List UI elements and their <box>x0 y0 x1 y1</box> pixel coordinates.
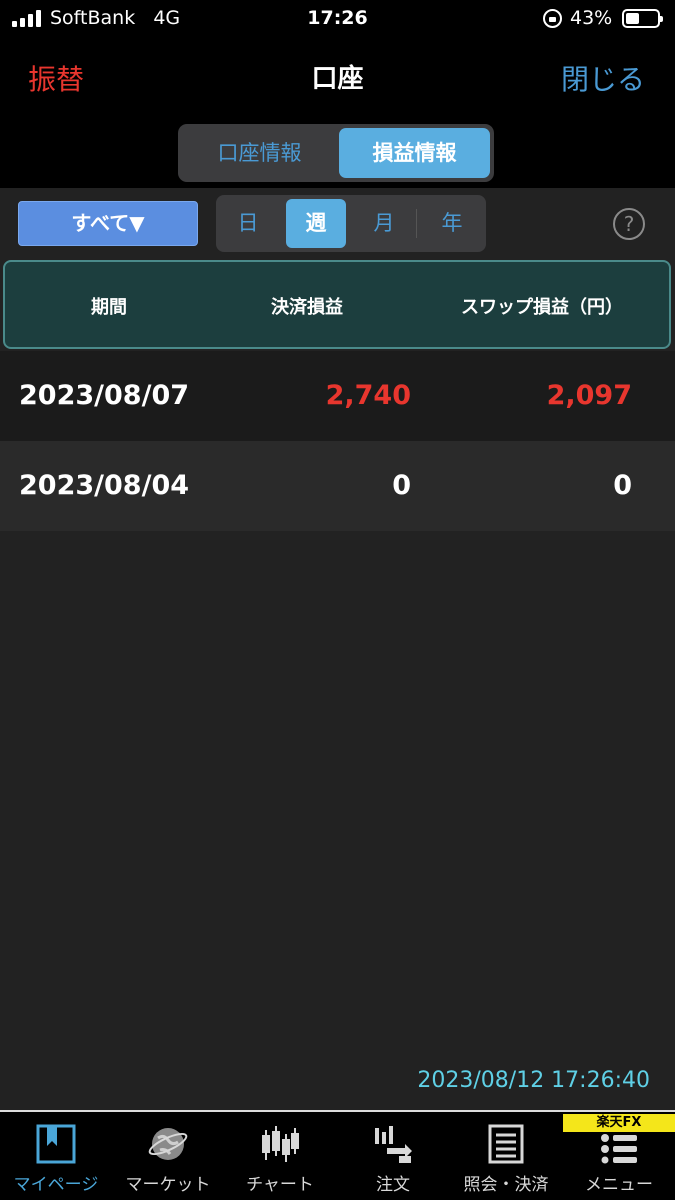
table-header: 期間 決済損益 スワップ損益（円） <box>3 260 671 349</box>
status-bar: SoftBank 4G 17:26 43% <box>0 0 675 38</box>
tab-account-info[interactable]: 口座情報 <box>182 128 337 178</box>
tab-label: チャート <box>246 1175 314 1195</box>
globe-icon <box>148 1128 188 1160</box>
close-button[interactable]: 閉じる <box>561 58 645 98</box>
tab-label: 注文 <box>376 1175 410 1195</box>
header-settlement-pl: 決済損益 <box>271 297 343 318</box>
period-year[interactable]: 年 <box>422 199 482 248</box>
tab-label: 照会・決済 <box>463 1175 549 1195</box>
table-row[interactable]: 2023/08/07 2,740 2,097 <box>0 351 675 441</box>
rotation-lock-icon <box>543 9 562 28</box>
tab-label: マーケット <box>125 1175 211 1195</box>
help-icon[interactable]: ? <box>613 208 645 240</box>
tab-inquiry-settlement[interactable]: 照会・決済 <box>450 1112 562 1200</box>
bookmark-icon <box>36 1124 76 1164</box>
order-arrows-icon <box>375 1126 412 1163</box>
tab-label: メニュー <box>585 1175 653 1195</box>
navigation-bar: 振替 口座 閉じる <box>0 38 675 113</box>
candlestick-icon <box>262 1126 299 1162</box>
row-date: 2023/08/07 <box>19 380 190 411</box>
tab-order[interactable]: 注文 <box>337 1112 449 1200</box>
bottom-tab-bar: マイページ マーケット チャート 注文 照会・決済 メニュー 楽天FX <box>0 1110 675 1200</box>
period-day[interactable]: 日 <box>218 199 278 248</box>
row-swap-pl: 2,097 <box>546 380 632 411</box>
period-week[interactable]: 週 <box>286 199 346 248</box>
tab-mypage[interactable]: マイページ <box>0 1112 112 1200</box>
brand-badge: 楽天FX <box>563 1114 675 1132</box>
row-swap-pl: 0 <box>613 470 632 501</box>
period-divider <box>416 209 417 238</box>
account-segmented-control: 口座情報 損益情報 <box>178 124 494 182</box>
battery-icon <box>622 9 663 28</box>
tab-profit-loss-info[interactable]: 損益情報 <box>339 128 490 178</box>
segment-area: 口座情報 損益情報 <box>0 113 675 188</box>
main-content: すべて▼ 日 週 月 年 ? 期間 決済損益 スワップ損益（円） 2023/08… <box>0 188 675 1110</box>
document-list-icon <box>488 1124 524 1164</box>
header-swap-pl: スワップ損益（円） <box>461 297 623 318</box>
tab-chart[interactable]: チャート <box>224 1112 336 1200</box>
row-settlement-pl: 0 <box>392 470 411 501</box>
filter-all-dropdown[interactable]: すべて▼ <box>18 201 198 246</box>
table-row[interactable]: 2023/08/04 0 0 <box>0 441 675 531</box>
row-date: 2023/08/04 <box>19 470 190 501</box>
row-settlement-pl: 2,740 <box>325 380 411 411</box>
period-selector: 日 週 月 年 <box>216 195 486 252</box>
updated-timestamp: 2023/08/12 17:26:40 <box>417 1068 650 1093</box>
tab-market[interactable]: マーケット <box>112 1112 224 1200</box>
tab-label: マイページ <box>13 1175 99 1195</box>
period-month[interactable]: 月 <box>354 199 414 248</box>
battery-percentage: 43% <box>570 7 613 29</box>
header-period: 期間 <box>91 297 127 318</box>
